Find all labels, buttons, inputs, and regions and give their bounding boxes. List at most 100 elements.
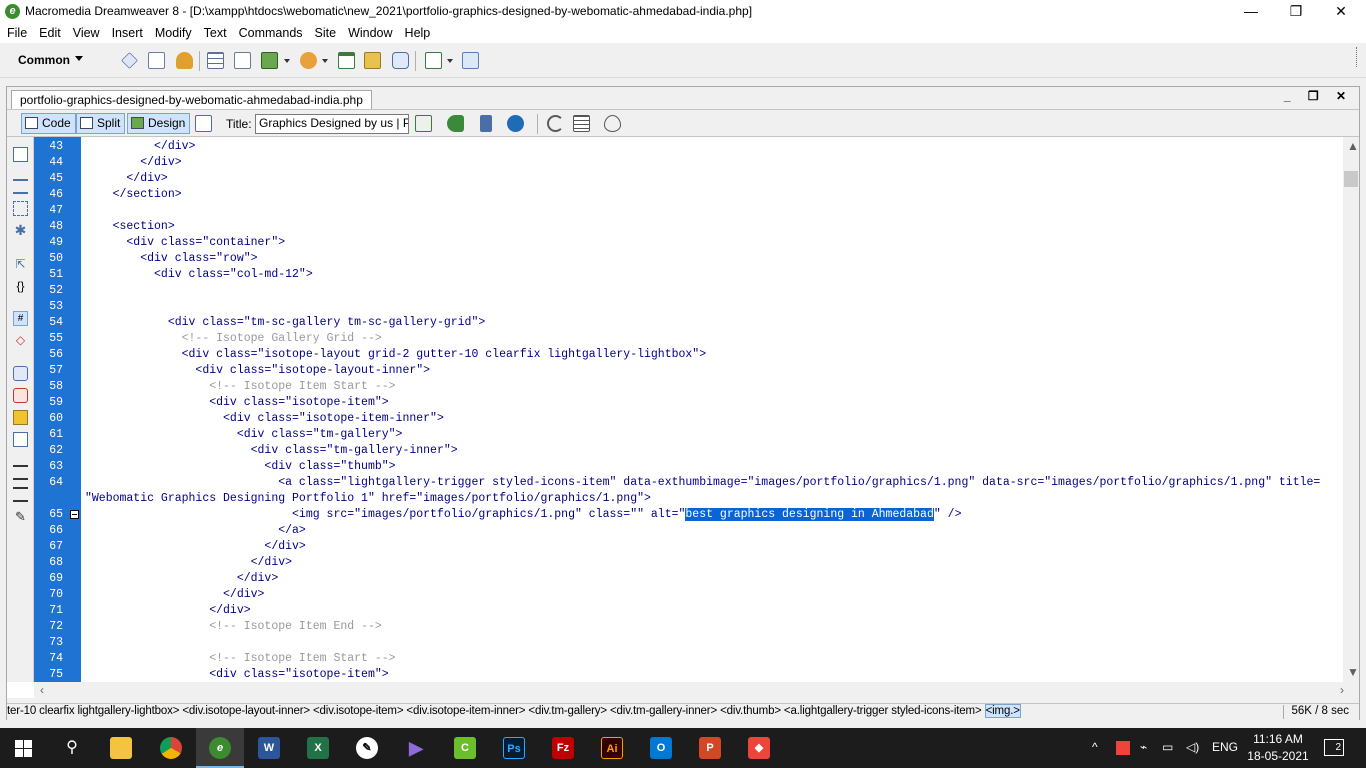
preview-browser-icon[interactable]: [507, 115, 524, 132]
templates-icon[interactable]: [425, 52, 442, 69]
live-data-icon[interactable]: [195, 115, 212, 132]
view-options-icon[interactable]: [573, 115, 590, 132]
collapse-toggle-icon[interactable]: [70, 510, 79, 519]
line-number[interactable]: 43: [34, 139, 63, 155]
horizontal-scrollbar[interactable]: ‹ ›: [34, 682, 1359, 698]
select-parent-tag-icon[interactable]: ⇱: [13, 257, 28, 272]
layer-icon[interactable]: [234, 52, 251, 69]
taskbar-illustrator[interactable]: Ai: [588, 728, 636, 768]
file-management-icon[interactable]: [480, 115, 492, 132]
validate-markup-icon[interactable]: [447, 115, 464, 132]
document-window-controls[interactable]: _ ❐ ✕: [1284, 89, 1353, 103]
line-number[interactable]: 56: [34, 347, 63, 363]
chevron-down-icon[interactable]: [75, 56, 83, 61]
battery-icon[interactable]: ▭: [1162, 740, 1173, 754]
line-number[interactable]: 44: [34, 155, 63, 171]
menu-view[interactable]: View: [67, 24, 106, 42]
document-title-input[interactable]: Graphics Designed by us | Portfolio: [255, 114, 409, 134]
taskbar-media-player[interactable]: ▶: [392, 728, 440, 768]
line-number[interactable]: 71: [34, 603, 63, 619]
line-number[interactable]: 60: [34, 411, 63, 427]
line-number[interactable]: 57: [34, 363, 63, 379]
comment-icon[interactable]: [392, 52, 409, 69]
code-line[interactable]: <!-- Isotope Gallery Grid -->: [85, 331, 382, 347]
volume-icon[interactable]: ◁): [1186, 740, 1199, 754]
split-view-button[interactable]: Split: [76, 113, 126, 134]
menu-help[interactable]: Help: [399, 24, 437, 42]
line-number[interactable]: 49: [34, 235, 63, 251]
hyperlink-icon[interactable]: [121, 52, 138, 69]
line-number[interactable]: [34, 491, 63, 507]
check-browser-icon[interactable]: [415, 115, 432, 132]
tag-selector[interactable]: ter-10 clearfix lightgallery-lightbox> <…: [7, 704, 1021, 718]
minimize-button[interactable]: —: [1228, 0, 1274, 24]
templates-dropdown-arrow[interactable]: [447, 59, 453, 63]
apply-comment-icon[interactable]: [13, 366, 28, 381]
menu-modify[interactable]: Modify: [149, 24, 198, 42]
code-line[interactable]: <a class="lightgallery-trigger styled-ic…: [85, 475, 1320, 491]
anydesk-tray-icon[interactable]: [1116, 741, 1130, 755]
code-line[interactable]: </div>: [85, 539, 305, 555]
wrap-tag-icon[interactable]: [13, 410, 28, 425]
start-button[interactable]: [0, 728, 48, 768]
code-view-button[interactable]: Code: [21, 113, 76, 134]
code-line[interactable]: <div class="isotope-layout-inner">: [85, 363, 430, 379]
line-number[interactable]: 51: [34, 267, 63, 283]
line-number[interactable]: 70: [34, 587, 63, 603]
design-view-button[interactable]: Design: [127, 113, 191, 134]
restore-button[interactable]: ❐: [1273, 0, 1319, 24]
taskbar-file-explorer[interactable]: [97, 728, 145, 768]
search-button[interactable]: ⚲: [48, 728, 96, 768]
tag-selector-path[interactable]: ter-10 clearfix lightgallery-lightbox> <…: [7, 705, 985, 717]
line-number[interactable]: 69: [34, 571, 63, 587]
vertical-scroll-thumb[interactable]: [1344, 171, 1358, 187]
close-button[interactable]: ✕: [1318, 0, 1364, 24]
format-source-code-icon[interactable]: ✎: [13, 509, 28, 524]
menu-edit[interactable]: Edit: [33, 24, 67, 42]
line-number[interactable]: 53: [34, 299, 63, 315]
line-number[interactable]: 55: [34, 331, 63, 347]
taskbar-filezilla[interactable]: Fz: [539, 728, 587, 768]
collapse-full-tag-icon[interactable]: [13, 179, 28, 194]
balance-braces-icon[interactable]: {}: [13, 279, 28, 294]
menu-insert[interactable]: Insert: [106, 24, 149, 42]
code-line[interactable]: <!-- Isotope Item Start -->: [85, 379, 395, 395]
named-anchor-icon[interactable]: [176, 52, 193, 69]
selected-text[interactable]: best graphics designing in Ahmedabad: [685, 508, 934, 521]
expand-all-icon[interactable]: ✱: [13, 223, 28, 238]
recent-snippets-icon[interactable]: [13, 432, 28, 447]
taskbar-excel[interactable]: X: [294, 728, 342, 768]
line-number[interactable]: 75: [34, 667, 63, 683]
code-line[interactable]: <div class="col-md-12">: [85, 267, 313, 283]
selected-tag[interactable]: <img.>: [984, 704, 1021, 718]
code-line[interactable]: <!-- Isotope Item Start -->: [85, 651, 395, 667]
menu-file[interactable]: File: [0, 24, 33, 42]
line-number[interactable]: 65: [34, 507, 63, 523]
code-editor[interactable]: </div> </div> </div> </section> <section…: [81, 137, 1343, 682]
code-line[interactable]: <div class="row">: [85, 251, 257, 267]
line-number[interactable]: 59: [34, 395, 63, 411]
line-number[interactable]: 48: [34, 219, 63, 235]
taskbar-outlook[interactable]: O: [637, 728, 685, 768]
line-number[interactable]: 64: [34, 475, 63, 491]
code-line[interactable]: <div class="tm-sc-gallery tm-sc-gallery-…: [85, 315, 485, 331]
code-line[interactable]: </div>: [85, 587, 264, 603]
code-line[interactable]: </div>: [85, 603, 250, 619]
code-line[interactable]: </a>: [85, 523, 306, 539]
server-side-include-icon[interactable]: [364, 52, 381, 69]
code-line[interactable]: <div class="tm-gallery-inner">: [85, 443, 458, 459]
menu-site[interactable]: Site: [309, 24, 343, 42]
email-link-icon[interactable]: [148, 52, 165, 69]
date-icon[interactable]: [338, 52, 355, 69]
menu-text[interactable]: Text: [198, 24, 233, 42]
code-line[interactable]: </div>: [85, 155, 181, 171]
line-number[interactable]: 67: [34, 539, 63, 555]
code-line[interactable]: </section>: [85, 187, 182, 203]
line-number[interactable]: 47: [34, 203, 63, 219]
code-line[interactable]: <section>: [85, 219, 175, 235]
code-line[interactable]: <div class="isotope-layout grid-2 gutter…: [85, 347, 707, 363]
code-line[interactable]: </div>: [85, 171, 167, 187]
scroll-up-arrow-icon[interactable]: ▲: [1347, 139, 1359, 153]
line-number[interactable]: 66: [34, 523, 63, 539]
table-icon[interactable]: [207, 52, 224, 69]
